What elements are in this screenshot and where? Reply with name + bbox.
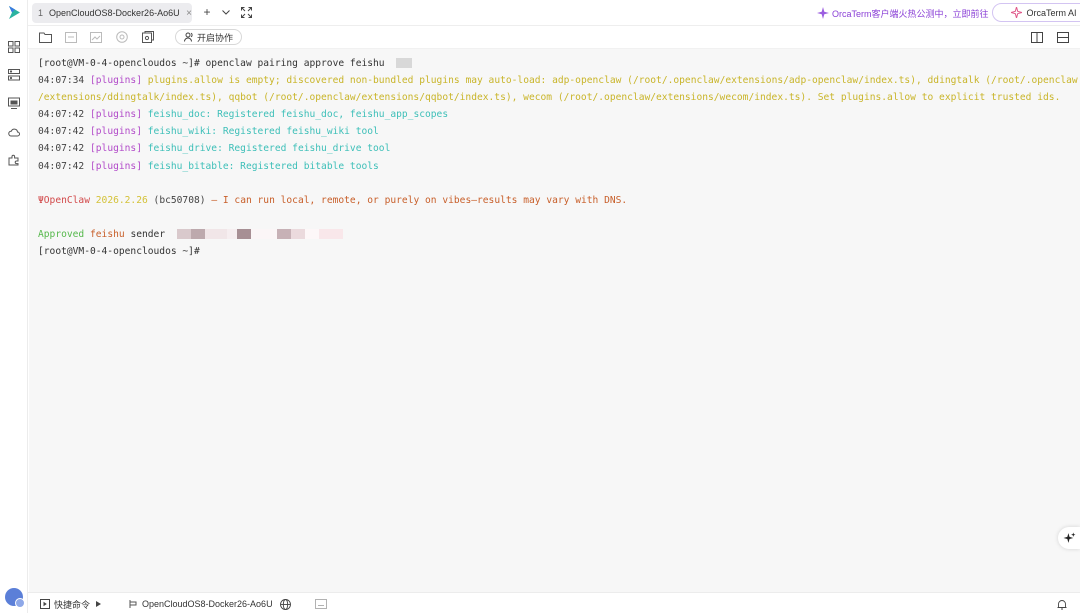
log-tag: [plugins] xyxy=(90,126,142,138)
log-message: plugins.allow is empty; discovered non-b… xyxy=(147,75,1078,87)
terminal-output[interactable]: [root@VM-0-4-opencloudos ~]# openclaw pa… xyxy=(29,49,1080,592)
session-icon xyxy=(129,600,137,608)
quick-commands-label: 快捷命令 xyxy=(54,599,91,610)
chevron-down-icon xyxy=(222,9,230,15)
caret-right-icon xyxy=(96,601,102,607)
log-message: feishu_wiki: Registered feishu_wiki tool xyxy=(147,126,379,138)
terminal-line: [root@VM-0-4-opencloudos ~]# xyxy=(38,243,1080,260)
log-timestamp: 04:07:42 xyxy=(38,143,85,155)
snapshot-icon[interactable] xyxy=(141,30,155,44)
log-message: feishu_bitable: Registered bitable tools xyxy=(147,160,379,172)
quick-commands-button[interactable]: 快捷命令 xyxy=(40,597,102,611)
openclaw-banner: ΨOpenClaw 2026.2.26 (bc50708) — I can ru… xyxy=(38,192,1080,209)
cloud-icon[interactable] xyxy=(7,125,21,139)
redacted-code xyxy=(396,58,413,68)
fullscreen-button[interactable] xyxy=(239,5,253,19)
log-timestamp: 04:07:42 xyxy=(38,160,85,172)
shell-prompt: [root@VM-0-4-opencloudos ~]# xyxy=(38,246,200,258)
ai-assist-floating-button[interactable] xyxy=(1058,527,1080,549)
toolbar: 开启协作 xyxy=(28,26,1080,49)
orcaterm-window: 1 OpenCloudOS8-Docker26-Ao6U × + OrcaTer… xyxy=(0,0,1080,613)
log-line: 04:07:42 [plugins] feishu_bitable: Regis… xyxy=(38,158,1080,175)
split-vertical-icon[interactable] xyxy=(1030,30,1044,44)
status-bar: 快捷命令 OpenCloudOS8-Docker26-Ao6U xyxy=(28,592,1080,613)
log-tag: [plugins] xyxy=(90,160,142,172)
promo-text: OrcaTerm客户端火热公测中，立即前往 xyxy=(832,8,989,19)
banner-version: 2026.2.26 xyxy=(95,194,148,206)
terminal-line: [root@VM-0-4-opencloudos ~]# openclaw pa… xyxy=(38,55,1080,72)
orcaterm-logo-icon[interactable] xyxy=(7,5,22,20)
log-line: 04:07:34 [plugins] plugins.allow is empt… xyxy=(38,72,1080,89)
log-line: 04:07:42 [plugins] feishu_drive: Registe… xyxy=(38,140,1080,157)
log-tag: [plugins] xyxy=(90,75,142,87)
terminal-play-icon xyxy=(40,599,50,609)
tab-number: 1 xyxy=(38,8,44,18)
tab-dropdown-button[interactable] xyxy=(219,5,233,19)
user-avatar[interactable] xyxy=(5,588,25,608)
left-rail xyxy=(0,0,28,613)
sparkle-icon xyxy=(1063,532,1075,543)
session-name: OpenCloudOS8-Docker26-Ao6U xyxy=(142,599,273,609)
monitor-icon[interactable] xyxy=(7,96,21,110)
tab-title: OpenCloudOS8-Docker26-Ao6U xyxy=(49,8,180,18)
banner-tagline: — I can run local, remote, or purely on … xyxy=(211,194,628,206)
server-list-icon[interactable] xyxy=(7,68,21,82)
people-icon xyxy=(184,32,193,42)
log-line-continuation: /extensions/ddingtalk/index.ts), qqbot (… xyxy=(38,92,1061,104)
typed-command: openclaw pairing approve feishu xyxy=(205,58,385,69)
record-icon[interactable] xyxy=(115,30,129,44)
upload-icon[interactable] xyxy=(64,30,78,44)
image-icon[interactable] xyxy=(89,30,103,44)
log-message: feishu_doc: Registered feishu_doc, feish… xyxy=(147,109,449,121)
shell-prompt: [root@VM-0-4-opencloudos ~]# xyxy=(38,58,206,69)
apps-grid-icon[interactable] xyxy=(7,40,21,54)
banner-build: (bc50708) xyxy=(153,194,206,206)
banner-name: OpenClaw xyxy=(43,194,90,206)
approved-line: Approved feishu sender xyxy=(38,226,1080,243)
log-tag: [plugins] xyxy=(90,143,142,155)
collaboration-label: 开启协作 xyxy=(197,32,234,43)
log-timestamp: 04:07:42 xyxy=(38,126,85,138)
keyboard-icon[interactable] xyxy=(315,597,327,611)
log-tag: [plugins] xyxy=(90,109,142,121)
tab-bar: 1 OpenCloudOS8-Docker26-Ao6U × + OrcaTer… xyxy=(28,0,1080,26)
approved-word: Approved xyxy=(38,228,85,240)
approved-rest: sender xyxy=(130,228,166,240)
approved-channel: feishu xyxy=(90,228,125,240)
bell-icon[interactable] xyxy=(1057,597,1067,611)
log-line: 04:07:42 [plugins] feishu_doc: Registere… xyxy=(38,106,1080,123)
client-promo-link[interactable]: OrcaTerm客户端火热公测中，立即前往 xyxy=(817,5,989,21)
open-folder-icon[interactable] xyxy=(38,30,52,44)
log-timestamp: 04:07:34 xyxy=(38,75,85,87)
log-timestamp: 04:07:42 xyxy=(38,109,85,121)
new-tab-button[interactable]: + xyxy=(200,5,214,19)
sparkle-icon xyxy=(817,7,829,19)
log-line: 04:07:42 [plugins] feishu_wiki: Register… xyxy=(38,123,1080,140)
collaboration-button[interactable]: 开启协作 xyxy=(175,29,243,45)
split-horizontal-icon[interactable] xyxy=(1056,30,1070,44)
log-message: feishu_drive: Registered feishu_drive to… xyxy=(147,143,391,155)
ai-sparkle-icon xyxy=(1011,7,1023,18)
ai-button-label: OrcaTerm AI xyxy=(1026,7,1077,18)
globe-icon[interactable] xyxy=(280,597,291,611)
current-session-indicator[interactable]: OpenCloudOS8-Docker26-Ao6U xyxy=(128,597,273,611)
redacted-sender-id xyxy=(176,228,343,240)
session-tab[interactable]: 1 OpenCloudOS8-Docker26-Ao6U × xyxy=(32,3,192,23)
plugin-icon[interactable] xyxy=(7,153,21,167)
expand-icon xyxy=(240,6,252,18)
close-icon[interactable]: × xyxy=(186,8,192,19)
orcaterm-ai-button[interactable]: OrcaTerm AI xyxy=(992,3,1080,22)
